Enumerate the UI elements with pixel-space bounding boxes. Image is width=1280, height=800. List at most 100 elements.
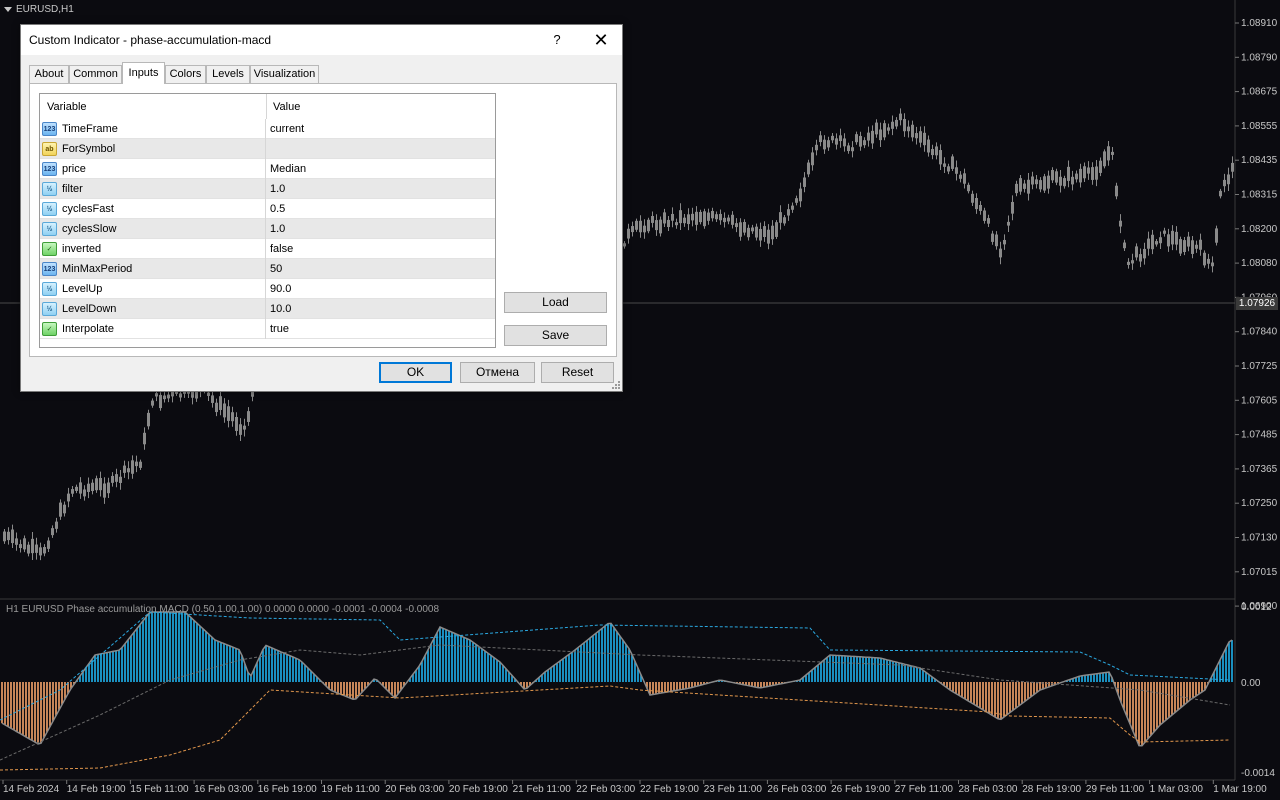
dialog-titlebar[interactable]: Custom Indicator - phase-accumulation-ma… (21, 25, 622, 55)
candle-body (975, 198, 978, 210)
candle-body (1059, 176, 1062, 186)
cancel-button[interactable]: Отмена (460, 362, 535, 383)
time-axis-label: 16 Feb 19:00 (258, 784, 317, 795)
column-value[interactable]: Value (273, 101, 300, 113)
candle-body (219, 396, 222, 410)
candle-body (891, 121, 894, 129)
variable-cell[interactable]: ½ cyclesSlow (40, 219, 266, 239)
input-row-cyclesfast[interactable]: ½ cyclesFast 0.5 (40, 199, 495, 219)
input-row-minmaxperiod[interactable]: 123 MinMaxPeriod 50 (40, 259, 495, 279)
variable-cell[interactable]: ✓ inverted (40, 239, 266, 259)
bool-type-icon: ✓ (42, 322, 57, 336)
save-button[interactable]: Save (504, 325, 607, 346)
candle-body (31, 538, 34, 554)
variable-cell[interactable]: ½ LevelDown (40, 299, 266, 319)
input-row-filter[interactable]: ½ filter 1.0 (40, 179, 495, 199)
variable-cell[interactable]: ½ cyclesFast (40, 199, 266, 219)
column-variable[interactable]: Variable (47, 101, 87, 113)
candle-body (895, 119, 898, 127)
candle-body (1183, 240, 1186, 253)
inputs-grid[interactable]: Variable Value 123 TimeFrame current ab ForS… (39, 93, 496, 348)
load-button[interactable]: Load (504, 292, 607, 313)
candle-body (1175, 231, 1178, 245)
column-divider[interactable] (266, 94, 267, 119)
value-field[interactable]: current (270, 123, 304, 135)
tab-visualization[interactable]: Visualization (250, 65, 319, 83)
tab-inputs[interactable]: Inputs (122, 62, 165, 84)
input-row-inverted[interactable]: ✓ inverted false (40, 239, 495, 259)
value-field[interactable]: 50 (270, 263, 282, 275)
candle-body (691, 213, 694, 221)
time-axis-label: 22 Feb 19:00 (640, 784, 699, 795)
input-row-timeframe[interactable]: 123 TimeFrame current (40, 119, 495, 139)
indicator-axis-label: 0.0012 (1241, 602, 1272, 613)
symbol-label[interactable]: EURUSD,H1 (4, 4, 74, 15)
candle-body (1111, 151, 1114, 155)
chevron-down-icon[interactable] (4, 6, 12, 12)
candle-body (719, 213, 722, 221)
candle-body (1055, 171, 1058, 183)
input-row-interpolate[interactable]: ✓ Interpolate true (40, 319, 495, 339)
int-type-icon: 123 (42, 262, 57, 276)
variable-name: inverted (62, 243, 102, 255)
tab-levels[interactable]: Levels (206, 65, 250, 83)
input-row-levelup[interactable]: ½ LevelUp 90.0 (40, 279, 495, 299)
candle-body (103, 483, 106, 498)
candle-body (783, 217, 786, 224)
value-field[interactable]: 1.0 (270, 223, 285, 235)
candle-body (111, 475, 114, 483)
candle-body (1123, 242, 1126, 249)
variable-cell[interactable]: ½ filter (40, 179, 266, 199)
candle-body (1231, 162, 1234, 172)
input-row-forsymbol[interactable]: ab ForSymbol (40, 139, 495, 159)
close-icon: ✕ (593, 30, 609, 50)
input-row-leveldown[interactable]: ½ LevelDown 10.0 (40, 299, 495, 319)
candle-body (1151, 234, 1154, 250)
variable-cell[interactable]: 123 TimeFrame (40, 119, 266, 139)
variable-cell[interactable]: ab ForSymbol (40, 139, 266, 159)
reset-button[interactable]: Reset (541, 362, 614, 383)
input-row-cyclesslow[interactable]: ½ cyclesSlow 1.0 (40, 219, 495, 239)
ok-button[interactable]: OK (379, 362, 452, 383)
tab-about[interactable]: About (29, 65, 69, 83)
close-button[interactable]: ✕ (587, 30, 615, 50)
candle-body (1131, 260, 1134, 264)
candle-body (1159, 237, 1162, 244)
value-field[interactable]: Median (270, 163, 306, 175)
candle-body (771, 225, 774, 240)
candle-body (879, 129, 882, 141)
candle-body (863, 140, 866, 146)
candle-body (623, 243, 626, 247)
value-field[interactable]: 1.0 (270, 183, 285, 195)
candle-body (1147, 238, 1150, 249)
variable-cell[interactable]: ✓ Interpolate (40, 319, 266, 339)
input-row-price[interactable]: 123 price Median (40, 159, 495, 179)
variable-name: filter (62, 183, 83, 195)
candle-body (43, 547, 46, 554)
variable-cell[interactable]: 123 price (40, 159, 266, 179)
candle-body (755, 226, 758, 238)
value-field[interactable]: 0.5 (270, 203, 285, 215)
variable-cell[interactable]: 123 MinMaxPeriod (40, 259, 266, 279)
tab-colors[interactable]: Colors (165, 65, 206, 83)
time-axis-label: 27 Feb 11:00 (895, 784, 954, 795)
candle-body (63, 504, 66, 514)
time-axis-label: 28 Feb 19:00 (1022, 784, 1081, 795)
value-field[interactable]: 10.0 (270, 303, 291, 315)
variable-name: LevelUp (62, 283, 103, 295)
candle-body (907, 126, 910, 132)
time-axis-label: 21 Feb 11:00 (513, 784, 572, 795)
resize-grip-icon[interactable] (611, 380, 621, 390)
variable-cell[interactable]: ½ LevelUp (40, 279, 266, 299)
candle-body (207, 392, 210, 396)
value-field[interactable]: true (270, 323, 289, 335)
value-field[interactable]: 90.0 (270, 283, 291, 295)
variable-name: cyclesSlow (62, 223, 117, 235)
candle-body (747, 227, 750, 238)
tab-common[interactable]: Common (69, 65, 122, 83)
value-field[interactable]: false (270, 243, 293, 255)
candle-body (47, 540, 50, 549)
candle-body (919, 131, 922, 143)
candle-body (99, 477, 102, 491)
help-button[interactable]: ? (543, 30, 571, 50)
